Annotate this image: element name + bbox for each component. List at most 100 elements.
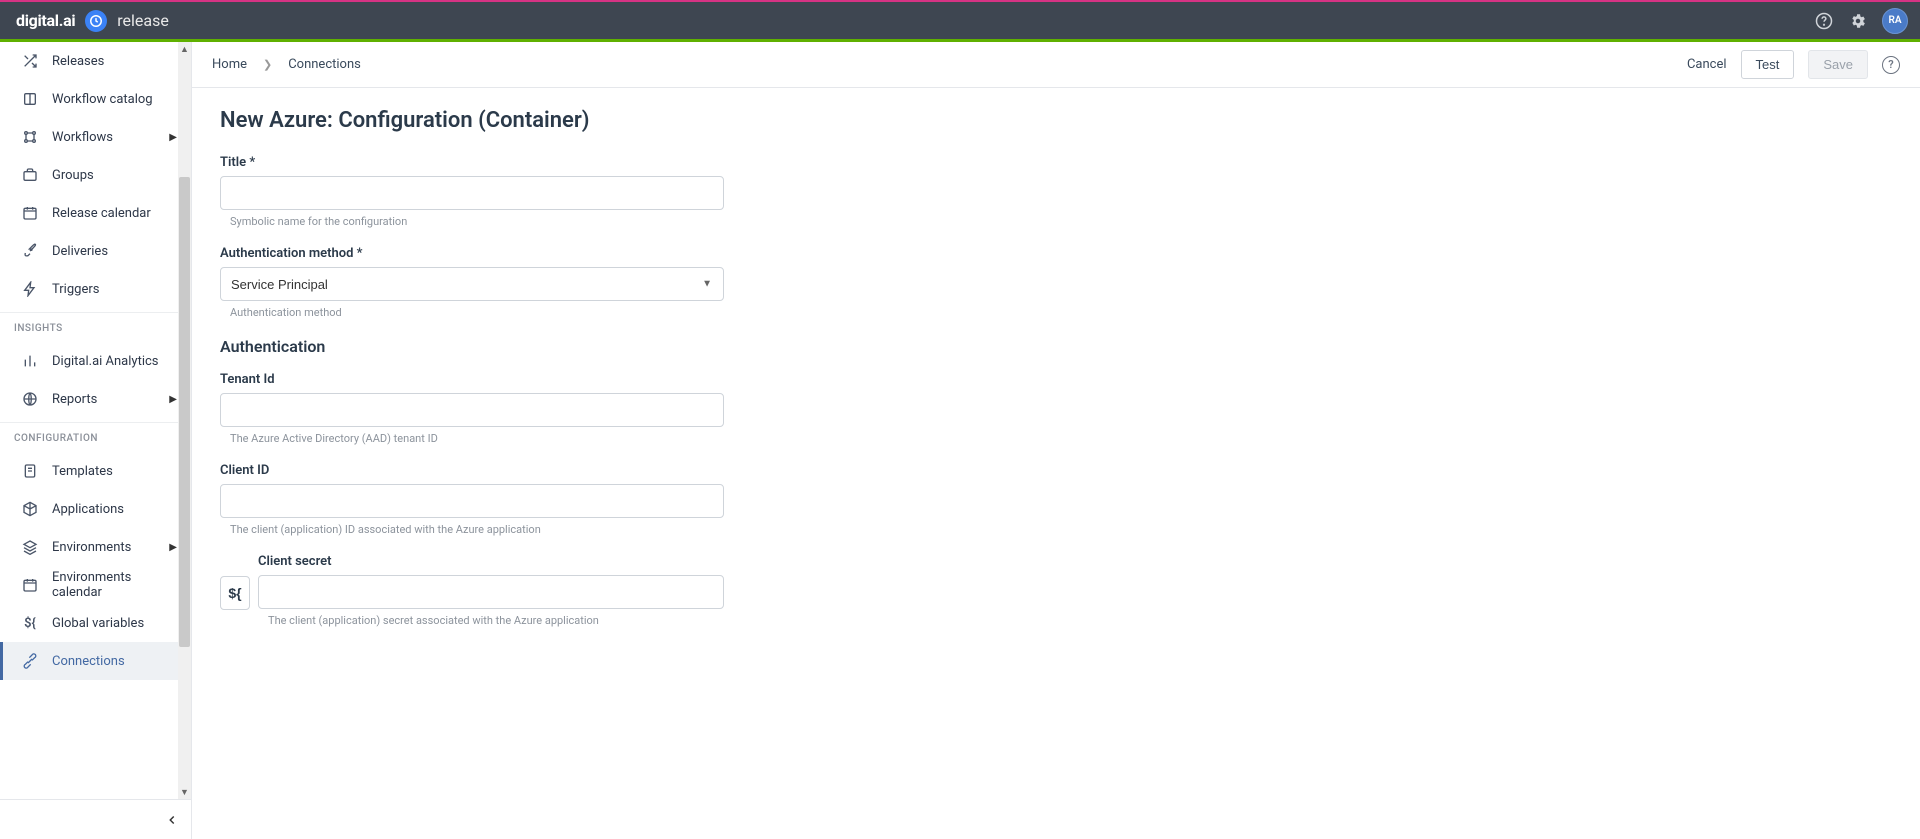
rocket-icon — [22, 243, 38, 259]
sidebar-item-releases[interactable]: Releases — [0, 42, 191, 80]
sidebar-item-deliveries[interactable]: Deliveries — [0, 232, 191, 270]
page-title: New Azure: Configuration (Container) — [220, 108, 924, 133]
auth-section-heading: Authentication — [220, 337, 924, 356]
sidebar-item-label: Global variables — [52, 616, 177, 631]
sidebar-item-label: Releases — [52, 54, 177, 69]
book-icon — [22, 91, 38, 107]
title-label: Title * — [220, 155, 924, 170]
client-secret-help: The client (application) secret associat… — [268, 614, 724, 627]
cancel-button[interactable]: Cancel — [1687, 57, 1727, 72]
scrollbar-track[interactable]: ▲ ▼ — [178, 42, 191, 799]
title-input[interactable] — [220, 176, 724, 210]
field-title: Title * Symbolic name for the configurat… — [220, 155, 924, 228]
sidebar-section-configuration: CONFIGURATION — [0, 422, 191, 452]
chevron-left-icon — [165, 813, 179, 827]
sidebar-item-templates[interactable]: Templates — [0, 452, 191, 490]
page-help-icon[interactable]: ? — [1882, 56, 1900, 74]
sidebar-item-analytics[interactable]: Digital.ai Analytics — [0, 342, 191, 380]
note-icon — [22, 463, 38, 479]
topbar-actions: RA — [1814, 8, 1908, 34]
sidebar-item-groups[interactable]: Groups — [0, 156, 191, 194]
main: Home ❯ Connections Cancel Test Save ? Ne… — [192, 42, 1920, 839]
subheader-actions: Cancel Test Save ? — [1687, 50, 1900, 79]
chevron-right-icon: ▶ — [169, 132, 177, 143]
client-secret-label: Client secret — [258, 554, 724, 569]
plug-icon — [22, 653, 38, 669]
field-client-id: Client ID The client (application) ID as… — [220, 463, 924, 536]
workflow-icon — [22, 129, 38, 145]
cube-icon — [22, 501, 38, 517]
field-client-secret: ${ Client secret The client (application… — [220, 554, 924, 627]
sidebar-item-triggers[interactable]: Triggers — [0, 270, 191, 308]
sidebar-item-label: Workflows — [52, 130, 155, 145]
breadcrumb: Home ❯ Connections — [212, 57, 361, 72]
bar-chart-icon — [22, 353, 38, 369]
sidebar-item-environments-calendar[interactable]: Environments calendar — [0, 566, 191, 604]
sidebar-item-label: Environments calendar — [52, 570, 177, 600]
sidebar-item-environments[interactable]: Environments ▶ — [0, 528, 191, 566]
insert-variable-button[interactable]: ${ — [220, 576, 250, 610]
save-button[interactable]: Save — [1808, 50, 1868, 79]
tenant-help: The Azure Active Directory (AAD) tenant … — [230, 432, 924, 445]
sidebar-item-label: Release calendar — [52, 206, 177, 221]
client-id-help: The client (application) ID associated w… — [230, 523, 924, 536]
briefcase-icon — [22, 167, 38, 183]
scrollbar-thumb[interactable] — [179, 177, 190, 647]
avatar[interactable]: RA — [1882, 8, 1908, 34]
content: New Azure: Configuration (Container) Tit… — [192, 88, 952, 665]
sidebar-item-label: Digital.ai Analytics — [52, 354, 177, 369]
client-secret-input[interactable] — [258, 575, 724, 609]
gear-icon[interactable] — [1848, 11, 1868, 31]
tenant-label: Tenant Id — [220, 372, 924, 387]
sidebar-item-label: Environments — [52, 540, 155, 555]
client-id-label: Client ID — [220, 463, 924, 478]
title-help: Symbolic name for the configuration — [230, 215, 924, 228]
sidebar-item-label: Deliveries — [52, 244, 177, 259]
sidebar-item-connections[interactable]: Connections — [0, 642, 191, 680]
sidebar-item-workflows[interactable]: Workflows ▶ — [0, 118, 191, 156]
shuffle-icon — [22, 53, 38, 69]
chevron-right-icon: ▶ — [169, 542, 177, 553]
layers-icon — [22, 539, 38, 555]
sidebar-item-workflow-catalog[interactable]: Workflow catalog — [0, 80, 191, 118]
sidebar-item-label: Templates — [52, 464, 177, 479]
sidebar-section-insights: INSIGHTS — [0, 312, 191, 342]
breadcrumb-home[interactable]: Home — [212, 57, 247, 72]
chevron-right-icon: ▶ — [169, 394, 177, 405]
scroll-up-icon[interactable]: ▲ — [179, 42, 190, 56]
test-button[interactable]: Test — [1741, 50, 1795, 79]
sidebar-collapse-toggle[interactable] — [0, 799, 191, 839]
sidebar-item-label: Groups — [52, 168, 177, 183]
chevron-right-icon: ❯ — [263, 58, 272, 71]
var-icon: ${ — [22, 615, 38, 631]
topbar: digital.ai release RA — [0, 0, 1920, 42]
client-id-input[interactable] — [220, 484, 724, 518]
breadcrumb-current: Connections — [288, 57, 361, 72]
calendar-icon — [22, 577, 38, 593]
auth-method-select[interactable] — [220, 267, 724, 301]
sidebar-item-label: Workflow catalog — [52, 92, 177, 107]
help-icon[interactable] — [1814, 11, 1834, 31]
scroll-down-icon[interactable]: ▼ — [179, 785, 190, 799]
sidebar: Releases Workflow catalog Workflows ▶ Gr… — [0, 42, 192, 839]
brand-icon — [85, 10, 107, 32]
bolt-icon — [22, 281, 38, 297]
sidebar-item-global-variables[interactable]: ${ Global variables — [0, 604, 191, 642]
brand-product: release — [117, 11, 169, 30]
brand: digital.ai release — [16, 10, 169, 32]
sidebar-item-label: Connections — [52, 654, 177, 669]
field-tenant-id: Tenant Id The Azure Active Directory (AA… — [220, 372, 924, 445]
sidebar-item-label: Applications — [52, 502, 177, 517]
tenant-input[interactable] — [220, 393, 724, 427]
auth-method-help: Authentication method — [230, 306, 924, 319]
subheader: Home ❯ Connections Cancel Test Save ? — [192, 42, 1920, 88]
field-auth-method: Authentication method * ▼ Authentication… — [220, 246, 924, 319]
globe-icon — [22, 391, 38, 407]
calendar-icon — [22, 205, 38, 221]
sidebar-item-applications[interactable]: Applications — [0, 490, 191, 528]
sidebar-item-reports[interactable]: Reports ▶ — [0, 380, 191, 418]
sidebar-item-label: Triggers — [52, 282, 177, 297]
auth-method-label: Authentication method * — [220, 246, 924, 261]
sidebar-item-label: Reports — [52, 392, 155, 407]
sidebar-item-release-calendar[interactable]: Release calendar — [0, 194, 191, 232]
